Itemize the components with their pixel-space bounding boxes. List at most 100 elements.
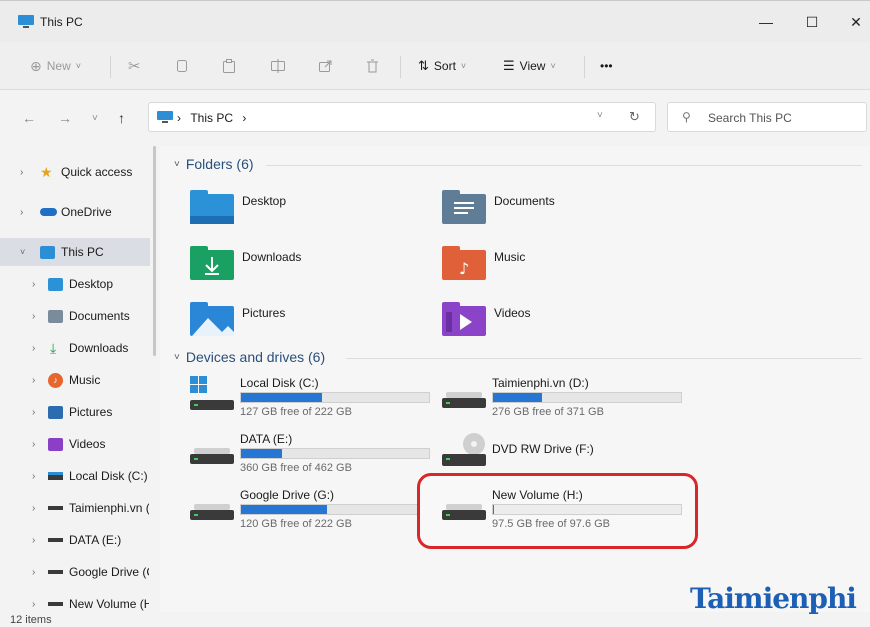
drive-local-disk-c[interactable]: Local Disk (C:) 127 GB free of 222 GB xyxy=(190,376,440,428)
drive-free-space: 276 GB free of 371 GB xyxy=(492,406,604,418)
address-bar[interactable]: › This PC › ˅ ↻ xyxy=(148,102,656,132)
chevron-down-icon[interactable]: ˅ xyxy=(20,247,25,257)
folder-documents[interactable]: Documents xyxy=(442,190,682,240)
drive-icon xyxy=(48,506,63,510)
chevron-right-icon[interactable]: › xyxy=(32,535,35,546)
rename-button[interactable] xyxy=(270,54,286,78)
drive-usage-fill xyxy=(241,449,283,458)
drive-usage-bar xyxy=(240,504,430,515)
drive-new-volume-h[interactable]: New Volume (H:) 97.5 GB free of 97.6 GB xyxy=(442,488,692,540)
drive-google-drive-g[interactable]: Google Drive (G:) 120 GB free of 222 GB xyxy=(190,488,440,540)
drive-icon xyxy=(442,392,486,408)
copy-button[interactable] xyxy=(176,54,188,78)
chevron-right-icon[interactable]: › xyxy=(32,567,35,578)
title-bar: This PC — ☐ ✕ xyxy=(0,0,870,42)
chevron-right-icon[interactable]: › xyxy=(32,311,35,322)
sidebar-item-label: Desktop xyxy=(69,277,114,291)
drive-usage-bar xyxy=(492,504,682,515)
plus-circle-icon: ⊕ xyxy=(30,57,42,74)
share-button[interactable] xyxy=(318,54,333,78)
sidebar-item-onedrive[interactable]: › OneDrive xyxy=(0,198,150,226)
documents-folder-icon xyxy=(442,190,486,224)
computer-icon xyxy=(157,111,173,123)
breadcrumb-this-pc[interactable]: This PC xyxy=(190,111,233,125)
sidebar-item-desktop[interactable]: › Desktop xyxy=(0,270,150,298)
drive-icon xyxy=(190,448,234,464)
view-button[interactable]: ☰ View ˅ xyxy=(503,54,556,78)
drives-group-title: Devices and drives (6) xyxy=(185,349,326,365)
sidebar-item-this-pc[interactable]: ˅ This PC xyxy=(0,238,150,266)
more-options-button[interactable]: ••• xyxy=(600,54,613,78)
sidebar-item-local-disk-c[interactable]: › Local Disk (C:) xyxy=(0,462,150,490)
drive-usage-fill xyxy=(241,393,322,402)
sidebar-item-quick-access[interactable]: › ★ Quick access xyxy=(0,158,150,186)
drive-free-space: 97.5 GB free of 97.6 GB xyxy=(492,518,611,530)
windows-drive-icon xyxy=(190,376,234,410)
minimize-button[interactable]: — xyxy=(746,9,786,35)
copy-icon xyxy=(177,60,187,72)
drive-icon xyxy=(48,602,63,606)
drive-data-e[interactable]: DATA (E:) 360 GB free of 462 GB xyxy=(190,432,440,484)
new-label: New xyxy=(46,59,71,73)
chevron-down-icon: ˅ xyxy=(460,61,467,71)
minimize-icon: — xyxy=(759,14,773,30)
folders-group-header[interactable]: ˅ Folders (6) xyxy=(174,156,254,172)
chevron-right-icon[interactable]: › xyxy=(32,343,35,354)
sort-button[interactable]: ⇅ Sort ˅ xyxy=(418,54,466,78)
chevron-right-icon[interactable]: › xyxy=(32,471,35,482)
chevron-right-icon[interactable]: › xyxy=(32,375,35,386)
sidebar-item-google-drive-g[interactable]: › Google Drive (C xyxy=(0,558,150,586)
folder-videos[interactable]: Videos xyxy=(442,302,682,352)
chevron-right-icon[interactable]: › xyxy=(20,167,23,178)
sidebar-item-label: Local Disk (C:) xyxy=(69,469,148,483)
sidebar-scrollbar[interactable] xyxy=(152,146,158,616)
close-icon: ✕ xyxy=(850,13,862,30)
folder-desktop[interactable]: Desktop xyxy=(190,190,430,240)
chevron-down-icon: ˅ xyxy=(174,158,180,170)
sidebar-item-downloads[interactable]: › ⤓ Downloads xyxy=(0,334,150,362)
scissors-icon: ✂ xyxy=(128,58,141,75)
drives-group-header[interactable]: ˅ Devices and drives (6) xyxy=(174,349,325,365)
up-arrow-icon[interactable]: ↑ xyxy=(118,110,125,126)
sidebar-item-pictures[interactable]: › Pictures xyxy=(0,398,150,426)
sidebar-item-label: Pictures xyxy=(69,405,113,419)
recent-locations-chevron-icon[interactable]: ˅ xyxy=(92,113,98,124)
address-history-chevron-icon[interactable]: ˅ xyxy=(597,110,603,121)
drive-taimienphi-d[interactable]: Taimienphi.vn (D:) 276 GB free of 371 GB xyxy=(442,376,692,428)
delete-button[interactable] xyxy=(366,54,379,78)
sidebar-item-label: Quick access xyxy=(61,165,133,179)
chevron-right-icon[interactable]: › xyxy=(20,207,23,218)
new-button[interactable]: ⊕ New ˅ xyxy=(30,54,81,78)
cloud-icon xyxy=(40,208,57,216)
folder-music[interactable]: ♪ Music xyxy=(442,246,682,296)
maximize-button[interactable]: ☐ xyxy=(792,9,832,35)
close-button[interactable]: ✕ xyxy=(836,9,870,35)
sidebar-item-music[interactable]: › ♪ Music xyxy=(0,366,150,394)
drive-name: DATA (E:) xyxy=(240,432,293,446)
drive-free-space: 127 GB free of 222 GB xyxy=(240,406,352,418)
chevron-right-icon[interactable]: › xyxy=(32,407,35,418)
chevron-right-icon[interactable]: › xyxy=(32,439,35,450)
music-icon: ♪ xyxy=(48,373,63,388)
chevron-down-icon: ˅ xyxy=(174,351,180,363)
forward-arrow-icon[interactable]: → xyxy=(58,110,72,126)
chevron-right-icon[interactable]: › xyxy=(32,599,35,610)
chevron-right-icon[interactable]: › xyxy=(32,279,35,290)
chevron-right-icon[interactable]: › xyxy=(32,503,35,514)
star-icon: ★ xyxy=(40,163,53,180)
folder-pictures[interactable]: Pictures xyxy=(190,302,430,352)
paste-button[interactable] xyxy=(222,54,236,78)
sidebar-item-videos[interactable]: › Videos xyxy=(0,430,150,458)
sidebar-item-taimienphi-d[interactable]: › Taimienphi.vn ( xyxy=(0,494,150,522)
folder-downloads[interactable]: Downloads xyxy=(190,246,430,296)
drive-name: New Volume (H:) xyxy=(492,488,583,502)
search-box[interactable]: ⚲ Search This PC xyxy=(667,102,867,132)
scrollbar-thumb[interactable] xyxy=(153,146,156,356)
refresh-icon[interactable]: ↻ xyxy=(629,109,640,125)
back-arrow-icon[interactable]: ← xyxy=(22,110,36,126)
sidebar-item-data-e[interactable]: › DATA (E:) xyxy=(0,526,150,554)
drive-icon xyxy=(442,504,486,520)
cut-button[interactable]: ✂ xyxy=(128,54,141,78)
sidebar-item-documents[interactable]: › Documents xyxy=(0,302,150,330)
sidebar-item-label: Documents xyxy=(69,309,130,323)
